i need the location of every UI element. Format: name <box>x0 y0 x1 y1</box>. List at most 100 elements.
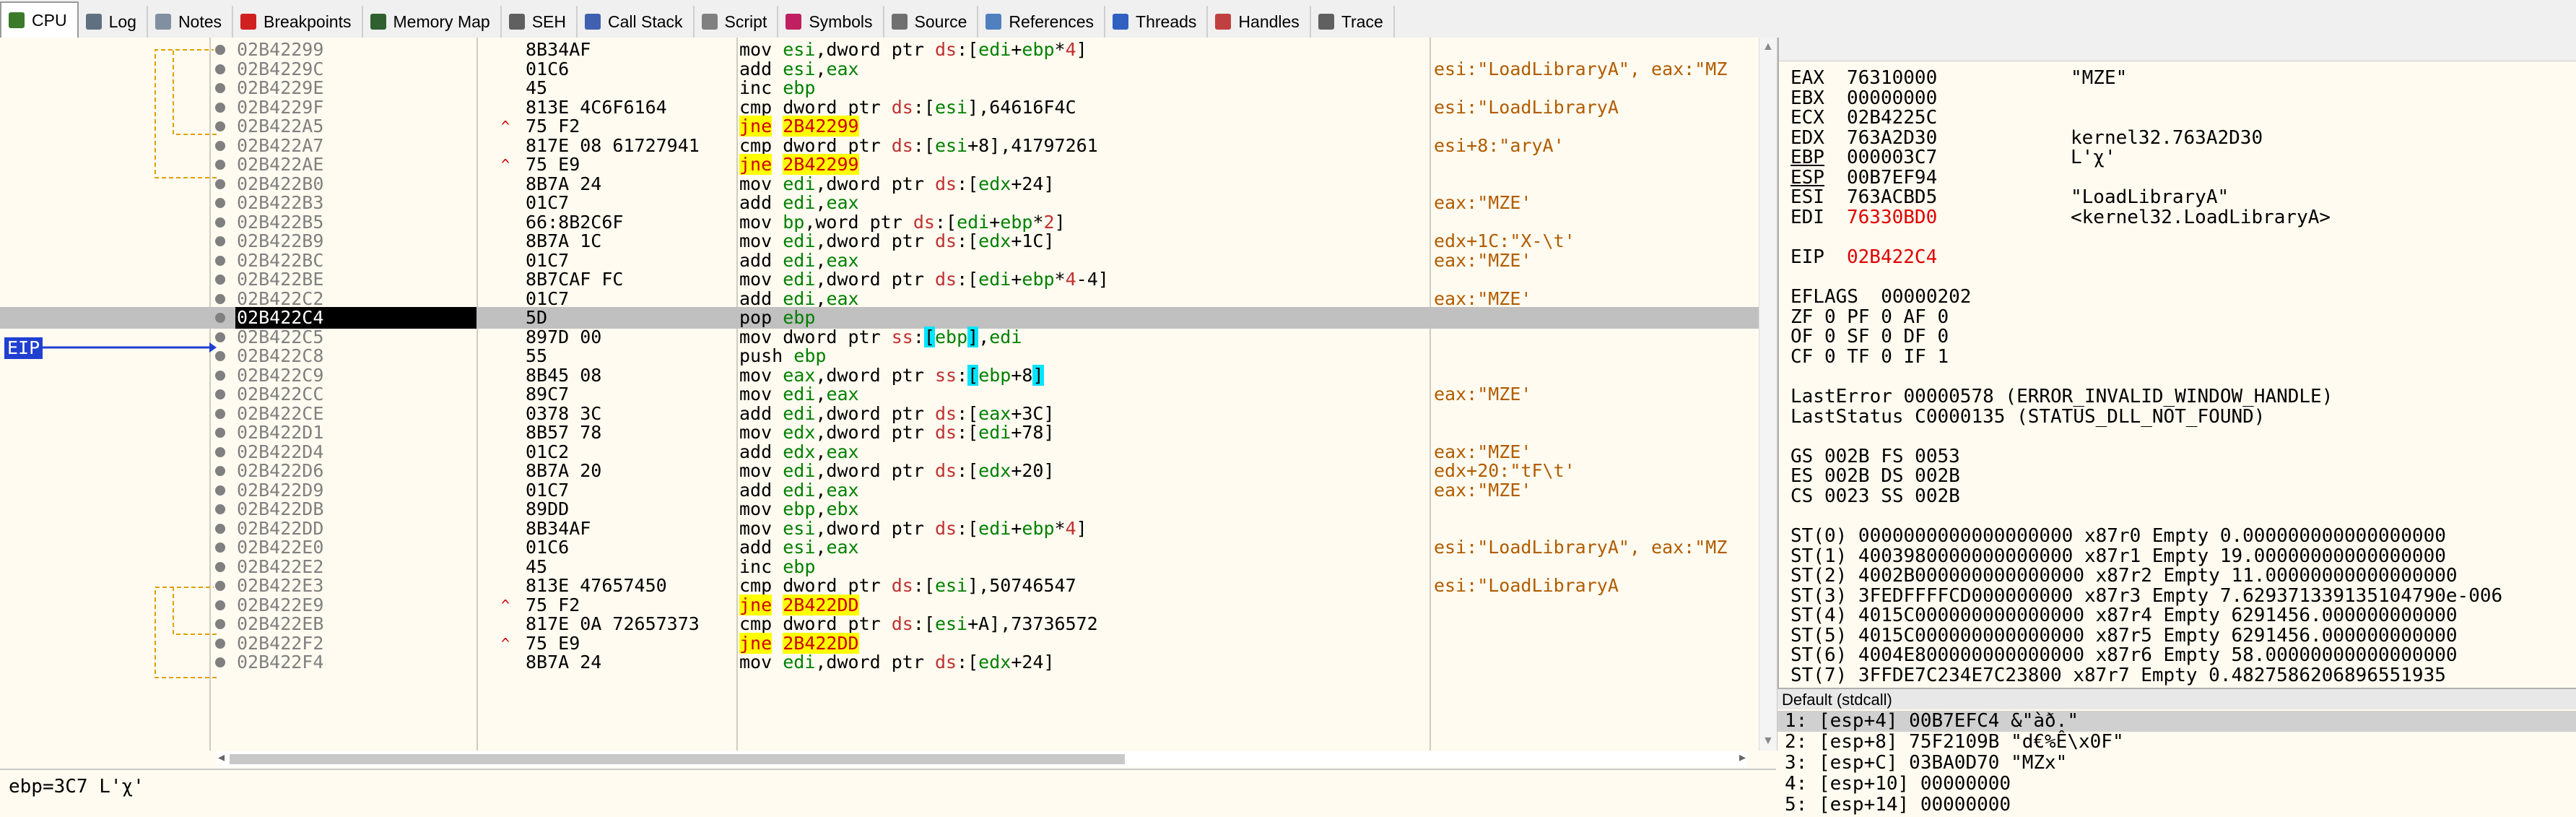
disasm-row[interactable]: 02B422BE 8B7CAF FC mov edi,dword ptr ds:[e… <box>0 269 1759 290</box>
flags-row[interactable]: ZF 0 PF 0 AF 0 <box>1790 307 1949 327</box>
register-value[interactable]: 00B7EF94 <box>1847 168 2071 188</box>
disasm-row[interactable]: 02B422C9 8B45 08 mov eax,dword ptr ss:[ebp… <box>0 364 1759 386</box>
register-eip[interactable]: EIP 02B422C4 <box>1790 247 2071 267</box>
stack-arg-row[interactable]: 5: [esp+14] 00000000 <box>1777 795 2576 816</box>
disasm-row[interactable]: 02B422D1 8B57 78 mov edx,dword ptr ds:[edi… <box>0 422 1759 444</box>
scroll-down-icon[interactable]: ▼ <box>1762 735 1774 748</box>
last-status-row[interactable]: LastStatus C0000135 (STATUS_DLL_NOT_FOUN… <box>1790 407 2265 427</box>
register-esi[interactable]: ESI 763ACBD5 "LoadLibraryA" <box>1790 187 2229 207</box>
fpu-row[interactable]: ST(3) 3FEDFFFFCD000000000 x87r3 Empty 7.… <box>1790 586 2502 606</box>
register-eax[interactable]: EAX 76310000 "MZE" <box>1790 68 2127 88</box>
register-value[interactable]: 76310000 <box>1847 68 2071 88</box>
segment-row[interactable]: ES 002B DS 002B <box>1790 466 1960 486</box>
disasm-row[interactable]: 02B422F2 ^ 75 E9 jne 2B422DD <box>0 632 1759 654</box>
register-edi[interactable]: EDI 76330BD0 <kernel32.LoadLibraryA> <box>1790 207 2331 228</box>
register-value[interactable]: 763A2D30 <box>1847 128 2071 148</box>
disasm-row[interactable]: 02B422F4 8B7A 24 mov edi,dword ptr ds:[edx… <box>0 652 1759 673</box>
last-error-row[interactable]: LastError 00000578 (ERROR_INVALID_WINDOW… <box>1790 386 2333 407</box>
tab-notes[interactable]: Notes <box>148 6 234 38</box>
register-ecx[interactable]: ECX 02B4225C <box>1790 108 2071 128</box>
disasm-row[interactable]: 02B422DB 89DD mov ebp,ebx <box>0 498 1759 520</box>
register-value[interactable]: 76330BD0 <box>1847 207 2071 228</box>
disasm-vertical-scrollbar[interactable]: ▲ ▼ <box>1759 38 1777 751</box>
fpu-row[interactable]: ST(6) 4004E800000000000000 x87r6 Empty 5… <box>1790 645 2458 665</box>
disasm-row[interactable]: 02B42299 8B34AF mov esi,dword ptr ds:[edi+… <box>0 39 1759 61</box>
stack-arg-row[interactable]: 4: [esp+10] 00000000 <box>1777 774 2576 795</box>
disasm-row[interactable]: 02B422D4 01C2 add edx,eax eax:"MZE' <box>0 441 1759 463</box>
disasm-row[interactable]: 02B422E9 ^ 75 F2 jne 2B422DD <box>0 594 1759 616</box>
register-value[interactable]: 02B4225C <box>1847 108 2071 128</box>
segment-row[interactable]: CS 0023 SS 002B <box>1790 486 1960 506</box>
disasm-row[interactable]: 02B422BC 01C7 add edi,eax eax:"MZE' <box>0 250 1759 272</box>
flags-row[interactable]: OF 0 SF 0 DF 0 <box>1790 327 1949 347</box>
fpu-row[interactable]: ST(0) 0000000000000000000 x87r0 Empty 0.… <box>1790 526 2446 546</box>
stack-arg-row[interactable]: 3: [esp+C] 03BA0D70 "MZx" <box>1777 753 2576 774</box>
tab-symbols[interactable]: Symbols <box>778 6 884 38</box>
scroll-up-icon[interactable]: ▲ <box>1762 40 1774 53</box>
disasm-row[interactable]: 02B422A7 817E 08 61727941 cmp dword ptr ds… <box>0 135 1759 157</box>
scroll-right-icon[interactable]: ▸ <box>1739 750 1746 765</box>
disasm-row[interactable]: 02B422EB 817E 0A 72657373 cmp dword ptr ds… <box>0 613 1759 635</box>
tab-source[interactable]: Source <box>884 6 979 38</box>
disasm-row[interactable]: 02B4229E 45 inc ebp <box>0 77 1759 99</box>
disasm-row[interactable]: 02B422E0 01C6 add esi,eax esi:"LoadLibraryA… <box>0 537 1759 558</box>
fpu-row[interactable]: ST(2) 4002B000000000000000 x87r2 Empty 1… <box>1790 566 2458 586</box>
disasm-row[interactable]: 02B422B0 8B7A 24 mov edi,dword ptr ds:[edx… <box>0 173 1759 195</box>
disasm-row[interactable]: 02B422B3 01C7 add edi,eax eax:"MZE' <box>0 192 1759 214</box>
register-eflags[interactable]: EFLAGS 00000202 <box>1790 287 1971 307</box>
register-value[interactable]: 02B422C4 <box>1847 247 2071 267</box>
disasm-row[interactable]: 02B422E3 813E 47657450 cmp dword ptr ds:[e… <box>0 575 1759 597</box>
disasm-horizontal-scrollbar[interactable]: ◂ ▸ <box>217 750 1747 767</box>
register-value[interactable]: 00000000 <box>1847 88 2071 108</box>
disasm-row[interactable]: 02B422CE 0378 3C add edi,dword ptr ds:[eax… <box>0 403 1759 425</box>
disasm-row[interactable]: 02B422B5 66:8B2C6F mov bp,word ptr ds:[edi… <box>0 212 1759 233</box>
disasm-row[interactable]: 02B422A5 ^ 75 F2 jne 2B42299 <box>0 116 1759 137</box>
tab-threads[interactable]: Threads <box>1105 6 1209 38</box>
register-value[interactable]: 000003C7 <box>1847 147 2071 168</box>
disasm-row[interactable]: 02B422C2 01C7 add edi,eax eax:"MZE' <box>0 288 1759 310</box>
disasm-row[interactable]: 02B4229F 813E 4C6F6164 cmp dword ptr ds:[e… <box>0 97 1759 118</box>
scroll-thumb[interactable] <box>230 754 1125 764</box>
call-convention-selector[interactable]: Default (stdcall) <box>1777 688 2576 709</box>
register-value[interactable]: 763ACBD5 <box>1847 187 2071 207</box>
disasm-row[interactable]: 02B422E2 45 inc ebp <box>0 556 1759 578</box>
tab-script[interactable]: Script <box>695 6 779 38</box>
fpu-row[interactable]: ST(4) 4015C000000000000000 x87r4 Empty 6… <box>1790 605 2458 626</box>
register-edx[interactable]: EDX 763A2D30 kernel32.763A2D30 <box>1790 128 2263 148</box>
registers-pane[interactable]: EAX 76310000 "MZE" EBX 00000000 ECX 02B4225C ED… <box>1777 38 2576 688</box>
segment-row[interactable]: GS 002B FS 0053 <box>1790 446 1960 467</box>
scroll-left-icon[interactable]: ◂ <box>218 750 225 765</box>
tab-call-stack[interactable]: Call Stack <box>578 6 695 38</box>
tab-handles[interactable]: Handles <box>1208 6 1311 38</box>
disasm-row[interactable]: 02B422CC 89C7 mov edi,eax eax:"MZE' <box>0 384 1759 405</box>
disassembly-view[interactable]: 02B42299 8B34AF mov esi,dword ptr ds:[edi+… <box>0 38 1777 751</box>
tab-seh[interactable]: SEH <box>502 6 578 38</box>
tab-references[interactable]: References <box>978 6 1106 38</box>
register-esp[interactable]: ESP 00B7EF94 <box>1790 168 2071 188</box>
stack-arg-row[interactable]: 2: [esp+8] 75F2109B "d€%Ê\x0F" <box>1777 732 2576 753</box>
disasm-row[interactable]: 02B422D6 8B7A 20 mov edi,dword ptr ds:[edx… <box>0 460 1759 482</box>
disasm-row[interactable]: 02B422B9 8B7A 1C mov edi,dword ptr ds:[edx… <box>0 230 1759 252</box>
disasm-row[interactable]: 02B4229C 01C6 add esi,eax esi:"LoadLibraryA… <box>0 59 1759 80</box>
fpu-row[interactable]: ST(1) 4003980000000000000 x87r1 Empty 19… <box>1790 546 2446 566</box>
disasm-row[interactable]: 02B422D9 01C7 add edi,eax eax:"MZE' <box>0 480 1759 501</box>
stack-arguments-pane[interactable]: 1: [esp+4] 00B7EFC4 &"àð." 2: [esp+8] 75F… <box>1777 711 2576 817</box>
stack-arg-row[interactable]: 1: [esp+4] 00B7EFC4 &"àð." <box>1777 711 2576 732</box>
tab-cpu[interactable]: CPU <box>0 1 79 38</box>
disasm-row-current[interactable]: 02B422C4 5D pop ebp <box>0 307 1759 329</box>
flags-row[interactable]: CF 0 TF 0 IF 1 <box>1790 347 1949 367</box>
tab-log[interactable]: Log <box>79 6 148 38</box>
tab-memory-map[interactable]: Memory Map <box>363 6 502 38</box>
tab-breakpoints[interactable]: Breakpoints <box>233 6 363 38</box>
disasm-row[interactable]: 02B422C8 55 push ebp <box>0 345 1759 367</box>
disasm-row[interactable]: 02B422DD 8B34AF mov esi,dword ptr ds:[edi+… <box>0 518 1759 540</box>
eflags-value[interactable]: 00000202 <box>1881 286 1971 308</box>
fpu-row[interactable]: ST(7) 3FFDE7C234E7C23800 x87r7 Empty 0.4… <box>1790 665 2446 686</box>
register-ebp[interactable]: EBP 000003C7 L'χ' <box>1790 147 2116 168</box>
register-ebx[interactable]: EBX 00000000 <box>1790 88 2071 108</box>
tab-trace[interactable]: Trace <box>1311 6 1395 38</box>
disasm-row[interactable]: 02B422C5 897D 00 mov dword ptr ss:[ebp],ed… <box>0 326 1759 348</box>
fpu-row[interactable]: ST(5) 4015C000000000000000 x87r5 Empty 6… <box>1790 626 2458 646</box>
disasm-row[interactable]: 02B422AE ^ 75 E9 jne 2B42299 <box>0 154 1759 176</box>
instruction: jne 2B422DD <box>739 632 1425 654</box>
